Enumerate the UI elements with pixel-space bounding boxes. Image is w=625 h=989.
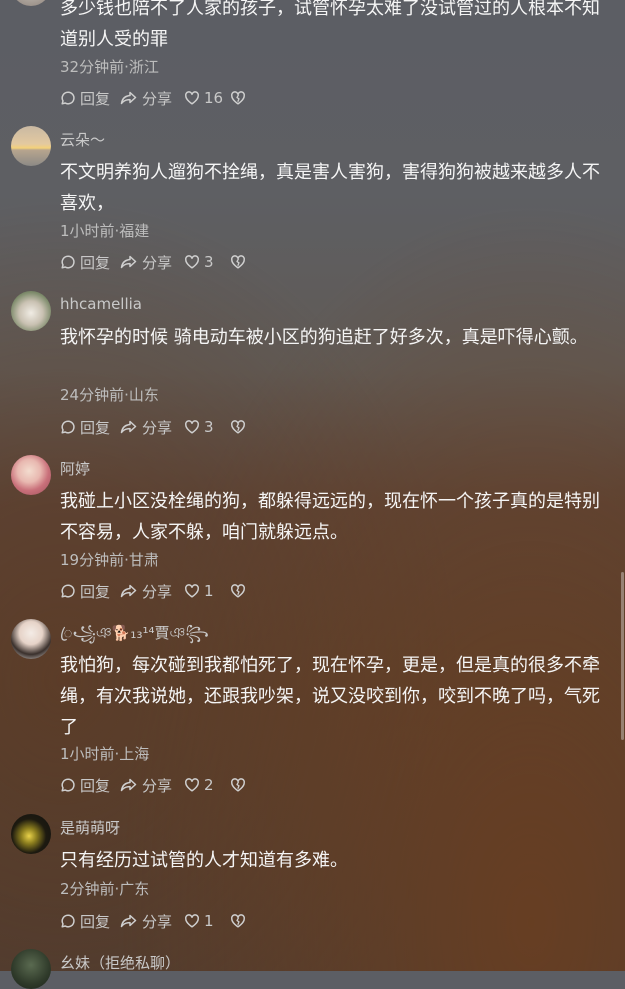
share-button[interactable]: 分享 xyxy=(120,581,184,602)
dislike-button[interactable] xyxy=(230,913,246,929)
share-button[interactable]: 分享 xyxy=(120,252,184,273)
comment-text: 不文明养狗人遛狗不拴绳，真是害人害狗，害得狗狗被越来越多人不喜欢， xyxy=(60,162,600,214)
avatar[interactable] xyxy=(11,814,51,854)
avatar[interactable] xyxy=(11,949,51,989)
like-button[interactable]: 1 xyxy=(184,912,230,930)
dislike-button[interactable] xyxy=(230,90,246,106)
like-button[interactable]: 3 xyxy=(184,418,230,436)
comment-actions: 回复 分享 1 xyxy=(60,579,246,603)
avatar[interactable] xyxy=(11,455,51,495)
comment-bubble-icon xyxy=(61,420,75,434)
share-button[interactable]: 分享 xyxy=(120,417,184,438)
reply-label: 回复 xyxy=(80,89,111,108)
comment-nickname[interactable]: 阿婷 xyxy=(60,459,90,479)
broken-heart-icon xyxy=(231,584,245,598)
share-arrow-icon xyxy=(120,91,137,105)
comment-nickname[interactable]: 是萌萌呀 xyxy=(60,818,120,838)
broken-heart-icon xyxy=(231,778,245,792)
reply-button[interactable]: 回复 xyxy=(60,252,120,273)
like-button[interactable]: 16 xyxy=(184,89,230,107)
comment-nickname[interactable]: 云朵～ xyxy=(60,130,105,150)
like-count: 3 xyxy=(204,253,214,271)
share-arrow-icon xyxy=(120,420,137,434)
broken-heart-icon xyxy=(231,91,245,105)
comment-bubble-icon xyxy=(61,584,75,598)
reply-button[interactable]: 回复 xyxy=(60,417,120,438)
dislike-button[interactable] xyxy=(230,583,246,599)
comment-bubble-icon xyxy=(61,778,75,792)
reply-label: 回复 xyxy=(80,582,111,601)
comment-text: 多少钱也陪不了人家的孩子，试管怀孕太难了没试管过的人根本不知道别人受的罪 xyxy=(60,0,600,50)
share-button[interactable]: 分享 xyxy=(120,775,184,796)
comment-text: 我碰上小区没栓绳的狗，都躲得远远的，现在怀一个孩子真的是特别不容易，人家不躲，咱… xyxy=(60,491,600,543)
heart-outline-icon xyxy=(185,584,199,598)
broken-heart-icon xyxy=(231,420,245,434)
like-count: 16 xyxy=(204,89,224,107)
comment-text: 只有经历过试管的人才知道有多难。 xyxy=(60,850,348,871)
avatar[interactable] xyxy=(11,0,51,6)
like-button[interactable]: 3 xyxy=(184,253,230,271)
share-arrow-icon xyxy=(120,255,137,269)
comment-time-location: 2分钟前·广东 xyxy=(60,880,150,898)
share-label: 分享 xyxy=(142,89,173,108)
comment-actions: 回复 分享 16 xyxy=(60,86,246,110)
heart-outline-icon xyxy=(185,420,199,434)
reply-button[interactable]: 回复 xyxy=(60,88,120,109)
dislike-button[interactable] xyxy=(230,419,246,435)
avatar[interactable] xyxy=(11,126,51,166)
share-label: 分享 xyxy=(142,418,173,437)
comment-actions: 回复 分享 2 xyxy=(60,773,246,797)
comment-time-location: 24分钟前·山东 xyxy=(60,386,159,404)
avatar[interactable] xyxy=(11,619,51,659)
like-button[interactable]: 1 xyxy=(184,582,230,600)
share-label: 分享 xyxy=(142,912,173,931)
comment-text: 我怕狗，每次碰到我都怕死了，现在怀孕，更是，但是真的很多不牵绳，有次我说她，还跟… xyxy=(60,655,600,738)
comment-actions: 回复 分享 3 xyxy=(60,250,246,274)
dislike-button[interactable] xyxy=(230,254,246,270)
comment-text: 我怀孕的时候 骑电动车被小区的狗追赶了好多次，真是吓得心颤。 xyxy=(60,327,588,348)
share-label: 分享 xyxy=(142,582,173,601)
comment-time-location: 19分钟前·甘肃 xyxy=(60,551,159,569)
comment-bubble-icon xyxy=(61,914,75,928)
heart-outline-icon xyxy=(185,255,199,269)
reply-button[interactable]: 回复 xyxy=(60,775,120,796)
reply-label: 回复 xyxy=(80,776,111,795)
heart-outline-icon xyxy=(185,91,199,105)
dislike-button[interactable] xyxy=(230,777,246,793)
reply-label: 回复 xyxy=(80,418,111,437)
like-count: 3 xyxy=(204,418,214,436)
share-label: 分享 xyxy=(142,776,173,795)
reply-label: 回复 xyxy=(80,912,111,931)
comment-actions: 回复 分享 1 xyxy=(60,909,246,933)
share-button[interactable]: 分享 xyxy=(120,911,184,932)
comment-nickname[interactable]: 幺妹（拒绝私聊） xyxy=(60,953,180,973)
comment-nickname[interactable]: hhcamellia xyxy=(60,294,142,314)
share-button[interactable]: 分享 xyxy=(120,88,184,109)
avatar[interactable] xyxy=(11,291,51,331)
like-count: 1 xyxy=(204,912,214,930)
like-count: 1 xyxy=(204,582,214,600)
share-arrow-icon xyxy=(120,914,137,928)
reply-button[interactable]: 回复 xyxy=(60,581,120,602)
comment-actions: 回复 分享 3 xyxy=(60,415,246,439)
scrollbar[interactable] xyxy=(621,572,624,740)
share-arrow-icon xyxy=(120,778,137,792)
heart-outline-icon xyxy=(185,778,199,792)
comment-bubble-icon xyxy=(61,91,75,105)
comment-time-location: 1小时前·福建 xyxy=(60,222,150,240)
like-count: 2 xyxy=(204,776,214,794)
broken-heart-icon xyxy=(231,255,245,269)
comment-feed: 多少钱也陪不了人家的孩子，试管怀孕太难了没试管过的人根本不知道别人受的罪 32分… xyxy=(0,0,625,989)
share-label: 分享 xyxy=(142,253,173,272)
comment-bubble-icon xyxy=(61,255,75,269)
broken-heart-icon xyxy=(231,914,245,928)
reply-button[interactable]: 回复 xyxy=(60,911,120,932)
comment-time-location: 1小时前·上海 xyxy=(60,745,150,763)
heart-outline-icon xyxy=(185,914,199,928)
reply-label: 回复 xyxy=(80,253,111,272)
share-arrow-icon xyxy=(120,584,137,598)
like-button[interactable]: 2 xyxy=(184,776,230,794)
comment-time-location: 32分钟前·浙江 xyxy=(60,58,159,76)
comment-nickname[interactable]: ꦿ꧁ঞ🐕₁₃¹⁴賈ঞ꧂ xyxy=(60,623,209,643)
